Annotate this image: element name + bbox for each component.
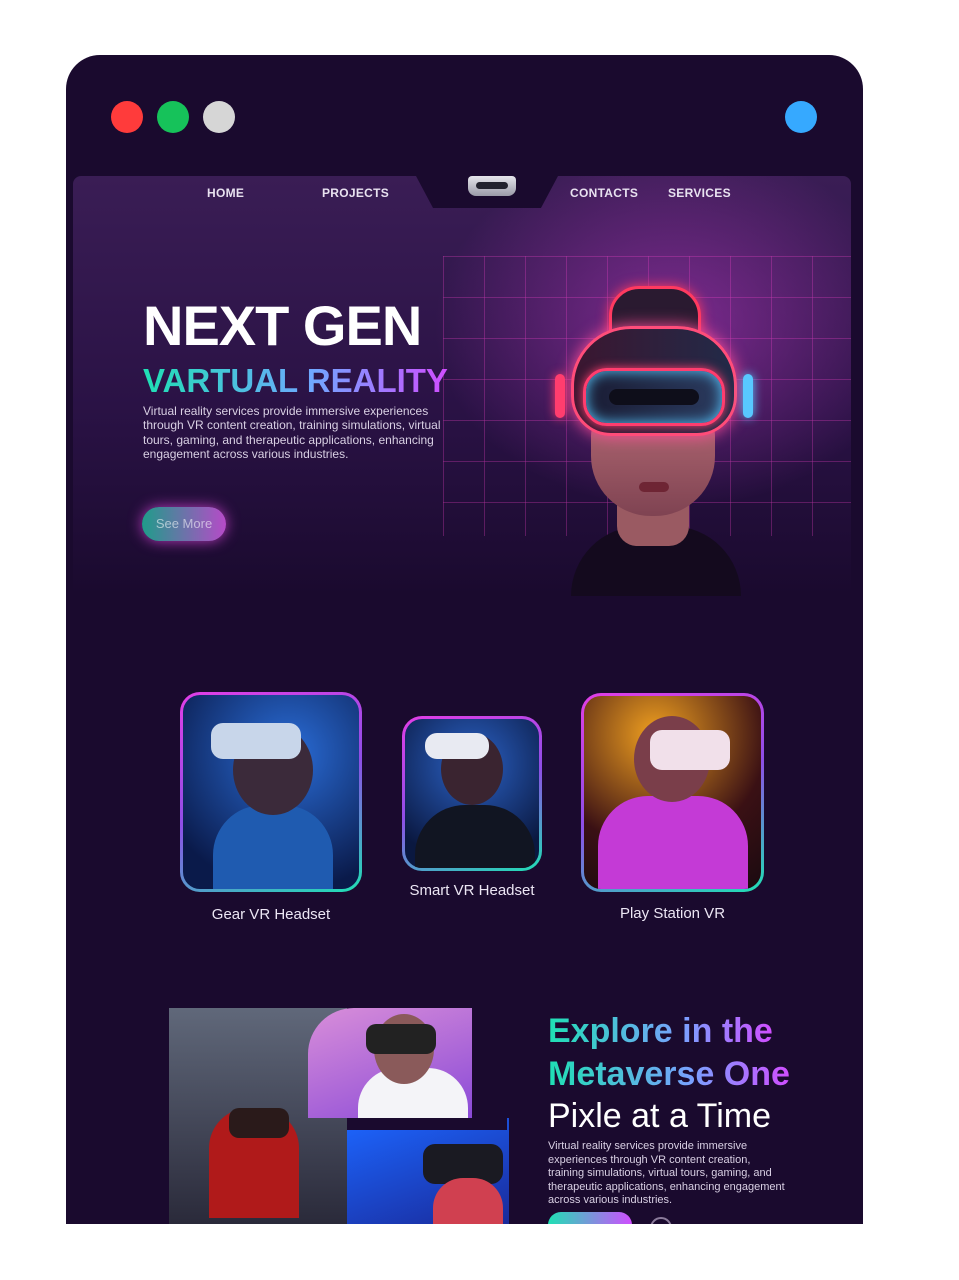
play-circle-icon[interactable] [650, 1217, 672, 1224]
product-label: Smart VR Headset [409, 882, 535, 899]
hero-title: NEXT GEN [143, 294, 422, 357]
explore-title-line1: Explore in the [548, 1010, 773, 1053]
nav-link-home[interactable]: HOME [207, 186, 244, 200]
minimize-window-button[interactable] [157, 101, 189, 133]
person-body [598, 796, 748, 889]
vr-headset-icon [650, 730, 730, 770]
product-label: Play Station VR [619, 905, 726, 922]
hero-section: HOME PROJECTS CONTACTS SERVICES NEXT GEN… [73, 176, 851, 596]
see-more-button[interactable]: See More [142, 507, 226, 541]
person-face [433, 1178, 503, 1224]
helmet-light-right [743, 374, 753, 418]
product-card-play-station-vr[interactable] [581, 693, 764, 892]
vr-woman-illustration [551, 286, 761, 596]
explore-title-line2: Metaverse One [548, 1053, 790, 1096]
vr-headset-icon [211, 723, 301, 759]
product-image-gear-vr [183, 695, 359, 889]
vr-headset-icon [366, 1024, 436, 1054]
maximize-window-button[interactable] [203, 101, 235, 133]
product-card-smart-vr[interactable] [402, 716, 542, 871]
nav-link-projects[interactable]: PROJECTS [322, 186, 389, 200]
vr-headset-icon [425, 733, 489, 759]
explore-title-line3: Pixle at a Time [548, 1097, 771, 1135]
product-card-gear-vr[interactable] [180, 692, 362, 892]
person-body [213, 805, 333, 889]
product-image-smart-vr [405, 719, 539, 868]
close-window-button[interactable] [111, 101, 143, 133]
hero-description: Virtual reality services provide immersi… [143, 404, 441, 461]
visor-slit [609, 389, 699, 405]
hero-subtitle: VARTUAL REALITY [143, 362, 448, 399]
product-label: Gear VR Headset [211, 906, 331, 923]
helmet-light-left [555, 374, 565, 418]
explore-description: Virtual reality services provide immersi… [548, 1140, 785, 1207]
nav-link-services[interactable]: SERVICES [668, 186, 731, 200]
browser-window: HOME PROJECTS CONTACTS SERVICES NEXT GEN… [66, 55, 863, 1224]
vr-headset-icon [229, 1108, 289, 1138]
explore-cta-button[interactable] [548, 1212, 632, 1224]
figure-lips [639, 482, 669, 492]
collage-image-pink-headset [308, 1008, 472, 1118]
vr-headset-icon[interactable] [468, 176, 516, 196]
collage-image-blue-headset [347, 1118, 509, 1224]
person-body [415, 805, 535, 868]
nav-link-contacts[interactable]: CONTACTS [570, 186, 638, 200]
status-indicator-dot [785, 101, 817, 133]
product-image-play-station-vr [584, 696, 761, 889]
